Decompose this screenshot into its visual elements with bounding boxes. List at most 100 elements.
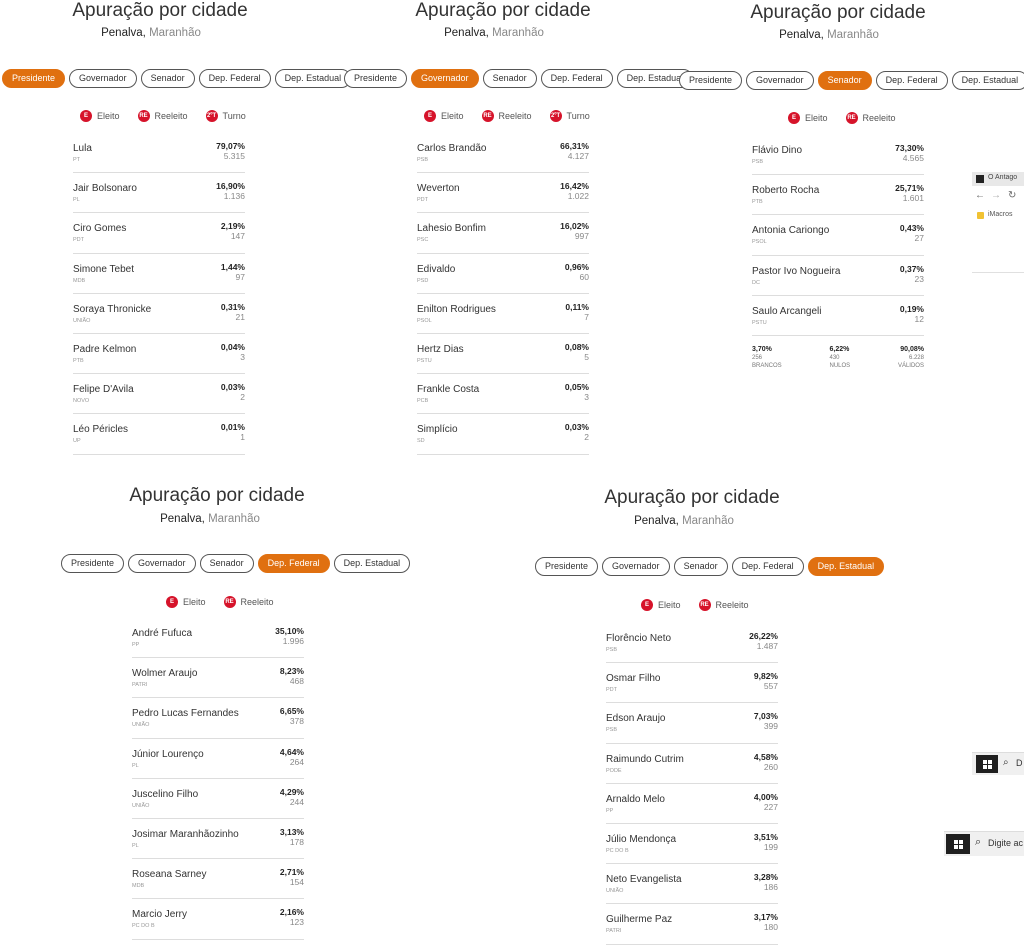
tab-presidente[interactable]: Presidente (61, 554, 125, 573)
search-icon[interactable]: ⌕ (975, 836, 981, 849)
elected-badge-icon: E (641, 599, 653, 611)
tab-senador[interactable]: Senador (673, 557, 728, 576)
legend-reelected: RE Reeleito (698, 599, 749, 611)
candidate-party: PDT (73, 237, 84, 244)
candidate-votes: 123 (289, 917, 304, 928)
city-name: Penalva, (634, 515, 679, 527)
city-name: Penalva, (779, 29, 824, 41)
candidate-name: Lahesio Bonfim (417, 223, 486, 235)
tab-governador[interactable]: Governador (128, 554, 196, 573)
tab-dep-estadual[interactable]: Dep. Estadual (333, 554, 411, 573)
candidate-percentage: 0,03% (564, 422, 589, 433)
city-name: Penalva, (160, 513, 205, 525)
tab-presidente[interactable]: Presidente (2, 69, 66, 88)
windows-start-icon[interactable] (946, 834, 970, 854)
reelected-badge-icon: RE (698, 599, 711, 611)
tab-senador[interactable]: Senador (199, 554, 254, 573)
candidate-party: PTB (752, 199, 763, 206)
taskbar-search-text[interactable]: D (1016, 758, 1023, 768)
tab-presidente[interactable]: Presidente (344, 69, 408, 88)
candidate-votes: 227 (763, 801, 778, 812)
page-title: Apuração por cidade (604, 487, 780, 508)
candidate-party: SD (417, 438, 425, 445)
candidate-votes: 2 (240, 392, 245, 403)
nulos-count: 430 (829, 355, 840, 361)
candidate-votes: 154 (289, 877, 304, 888)
runoff-badge-icon: 2ºT (549, 110, 562, 122)
candidate-party: PDT (417, 197, 428, 204)
candidate-name: Simone Tebet (73, 263, 134, 275)
vote-totals: 3,70% 256 BRANCOS 6,22% 430 NULOS 90,08%… (752, 346, 924, 370)
taskbar-search-text[interactable]: Digite ac (988, 838, 1023, 848)
legend-reelected-label: Reeleito (154, 111, 188, 121)
back-arrow-icon[interactable]: ← (975, 190, 985, 201)
windows-start-icon[interactable] (976, 755, 998, 773)
candidate-party: PSOL (752, 239, 767, 246)
tab-governador[interactable]: Governador (746, 71, 814, 90)
candidate-party: PCB (417, 398, 429, 405)
candidate-votes: 1.601 (902, 193, 924, 204)
tab-dep-estadual[interactable]: Dep. Estadual (807, 557, 885, 576)
tab-dep-federal[interactable]: Dep. Federal (731, 557, 804, 576)
tab-dep-federal[interactable]: Dep. Federal (257, 554, 330, 573)
legend-reelected: RE Reeleito (845, 112, 896, 124)
candidate-votes: 60 (579, 271, 589, 282)
location-subtitle: Penalva, Maranhão (634, 515, 734, 527)
candidate-votes: 5 (584, 351, 589, 362)
browser-tab[interactable]: O Antago (972, 172, 1024, 186)
candidate-votes: 1.136 (223, 191, 245, 202)
tab-senador[interactable]: Senador (817, 71, 872, 90)
reload-icon[interactable]: ↻ (1008, 190, 1016, 201)
candidate-name: Edivaldo (417, 263, 456, 275)
tab-governador[interactable]: Governador (602, 557, 670, 576)
candidate-votes: 186 (763, 882, 778, 893)
candidate-name: Josimar Maranhãozinho (132, 828, 239, 840)
candidate-row: Carlos Brandão PSB 66,31% 4.127 (417, 133, 589, 174)
forward-arrow-icon[interactable]: → (991, 190, 1001, 201)
candidate-row: Jair Bolsonaro PL 16,90% 1.136 (73, 173, 245, 214)
tab-dep-federal[interactable]: Dep. Federal (875, 71, 948, 90)
candidate-percentage: 0,11% (565, 301, 589, 312)
tab-dep-federal[interactable]: Dep. Federal (198, 69, 271, 88)
office-tabs: Presidente Governador Senador Dep. Feder… (535, 557, 885, 576)
legend-reelected: RE Reeleito (481, 110, 532, 122)
tab-governador[interactable]: Governador (411, 69, 479, 88)
tab-dep-federal[interactable]: Dep. Federal (540, 69, 613, 88)
office-tabs: Presidente Governador Senador Dep. Feder… (2, 69, 352, 88)
legend-reelected-label: Reeleito (715, 600, 749, 610)
tab-presidente[interactable]: Presidente (535, 557, 599, 576)
candidate-percentage: 16,02% (560, 221, 589, 232)
tab-senador[interactable]: Senador (482, 69, 537, 88)
candidate-votes: 2 (584, 432, 589, 443)
candidate-percentage: 0,03% (220, 382, 245, 393)
candidate-percentage: 25,71% (895, 183, 924, 194)
search-icon[interactable]: ⌕ (1003, 757, 1009, 768)
candidate-votes: 1 (240, 432, 245, 443)
tab-dep-estadual[interactable]: Dep. Estadual (274, 69, 352, 88)
office-tabs: Presidente Governador Senador Dep. Feder… (344, 69, 694, 88)
brancos-label: BRANCOS (752, 363, 782, 369)
candidate-party: UNIÃO (606, 888, 624, 895)
candidate-percentage: 0,96% (564, 261, 589, 272)
candidate-percentage: 0,31% (220, 301, 245, 312)
legend: E Eleito RE Reeleito 2ºT Turno (80, 110, 246, 122)
tab-presidente[interactable]: Presidente (679, 71, 743, 90)
candidate-row: Antonia Cariongo PSOL 0,43% 27 (752, 215, 924, 256)
bookmark-label[interactable]: iMacros (988, 211, 1013, 218)
candidate-row: Neto Evangelista UNIÃO 3,28% 186 (606, 864, 778, 905)
candidate-votes: 1.487 (756, 641, 778, 651)
legend-elected-label: Eleito (658, 600, 681, 610)
candidate-percentage: 0,19% (899, 303, 924, 314)
tab-governador[interactable]: Governador (69, 69, 137, 88)
reelected-badge-icon: RE (481, 110, 494, 122)
candidate-name: Neto Evangelista (606, 874, 682, 886)
legend-reelected-label: Reeleito (862, 113, 896, 123)
tab-senador[interactable]: Senador (140, 69, 195, 88)
candidate-percentage: 1,44% (220, 261, 245, 272)
candidate-percentage: 7,03% (753, 711, 778, 722)
site-favicon-icon (976, 175, 984, 183)
candidate-votes: 4.127 (567, 151, 589, 161)
tab-dep-estadual[interactable]: Dep. Estadual (951, 71, 1024, 90)
elected-badge-icon: E (166, 596, 178, 608)
candidate-party: PSC (417, 237, 429, 244)
